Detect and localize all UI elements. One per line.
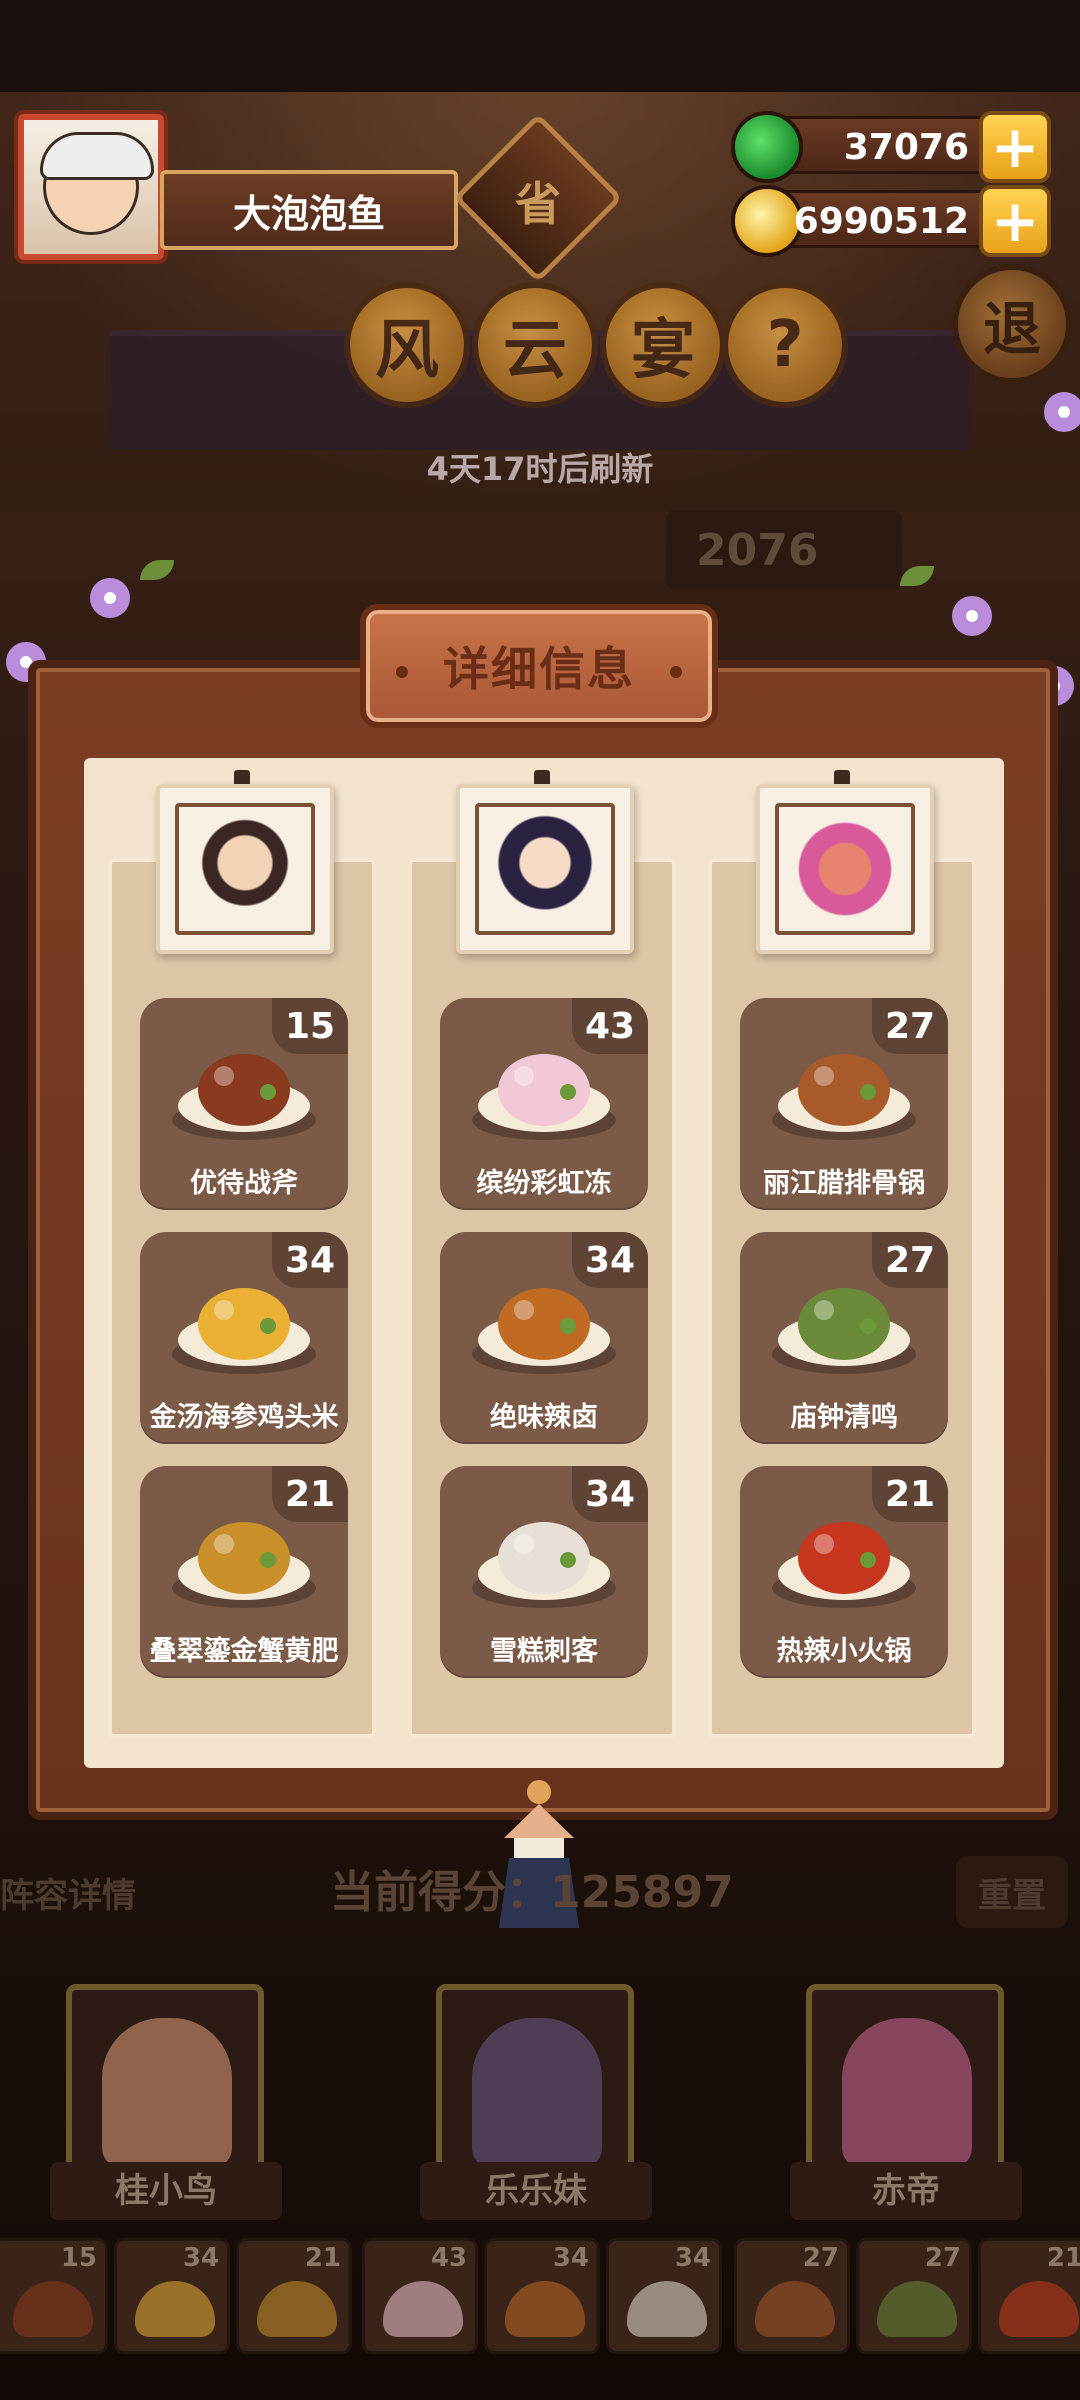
player-avatar[interactable] bbox=[18, 114, 164, 260]
dish-card[interactable]: 27 丽江腊排骨锅 bbox=[740, 998, 948, 1210]
jade-coin-icon bbox=[731, 111, 803, 183]
dialog-title: 详细信息 bbox=[360, 604, 718, 728]
dish-name: 热辣小火锅 bbox=[776, 1636, 912, 1667]
dish-name: 雪糕刺客 bbox=[490, 1636, 598, 1667]
chi-di-avatar-icon bbox=[775, 803, 915, 935]
player-name: 大泡泡鱼 bbox=[160, 170, 458, 250]
hero-card[interactable] bbox=[806, 1984, 1004, 2172]
dish-thumbnail-icon bbox=[383, 2281, 463, 2337]
dish-count: 15 bbox=[272, 998, 348, 1054]
hero-card[interactable] bbox=[436, 1984, 634, 2172]
dish-count: 34 bbox=[572, 1232, 648, 1288]
dish-name: 庙钟清鸣 bbox=[790, 1402, 898, 1433]
dish-card[interactable]: 34 雪糕刺客 bbox=[440, 1466, 648, 1678]
dish-thumbnail-icon bbox=[13, 2281, 93, 2337]
hero-portrait-icon bbox=[472, 2018, 602, 2166]
dish-thumbnail-icon bbox=[627, 2281, 707, 2337]
flower-icon bbox=[90, 578, 130, 618]
gold-currency: 6990512 + bbox=[731, 185, 1051, 257]
dish-thumbnail-icon bbox=[877, 2281, 957, 2337]
add-gold-button[interactable]: + bbox=[979, 185, 1051, 257]
dish-thumbnail-icon bbox=[755, 2281, 835, 2337]
dish-slot[interactable]: 43 bbox=[362, 2238, 478, 2354]
dish-count: 21 bbox=[872, 1466, 948, 1522]
dish-name: 缤纷彩虹冻 bbox=[476, 1168, 612, 1199]
dish-slot[interactable]: 21 bbox=[978, 2238, 1080, 2354]
dish-slot[interactable]: 15 bbox=[0, 2238, 108, 2354]
leaf-icon bbox=[900, 566, 934, 586]
dish-card[interactable]: 43 缤纷彩虹冻 bbox=[440, 998, 648, 1210]
dish-count: 27 bbox=[872, 1232, 948, 1288]
dish-slot[interactable]: 27 bbox=[856, 2238, 972, 2354]
dish-card[interactable]: 21 热辣小火锅 bbox=[740, 1466, 948, 1678]
slot-count: 27 bbox=[924, 2243, 961, 2273]
gui-xiaoniao-avatar-icon bbox=[175, 803, 315, 935]
slot-count: 27 bbox=[802, 2243, 839, 2273]
dish-card[interactable]: 27 庙钟清鸣 bbox=[740, 1232, 948, 1444]
lele-mei-avatar-icon bbox=[475, 803, 615, 935]
dish-slot[interactable]: 34 bbox=[114, 2238, 230, 2354]
avatar-face-icon bbox=[40, 132, 154, 235]
dish-name: 金汤海参鸡头米 bbox=[149, 1402, 339, 1433]
dish-slot[interactable]: 27 bbox=[734, 2238, 850, 2354]
character-portrait bbox=[156, 784, 334, 954]
dish-name: 叠翠鎏金蟹黄肥 bbox=[149, 1636, 339, 1667]
slot-count: 34 bbox=[552, 2243, 589, 2273]
add-jade-button[interactable]: + bbox=[979, 111, 1051, 183]
flower-icon bbox=[952, 596, 992, 636]
help-button[interactable]: ? bbox=[722, 282, 848, 408]
current-score: 当前得分：125897 bbox=[330, 1867, 734, 1918]
slot-count: 43 bbox=[430, 2243, 467, 2273]
dish-count: 34 bbox=[572, 1466, 648, 1522]
hero-name: 桂小鸟 bbox=[50, 2162, 282, 2220]
dish-card[interactable]: 34 绝味辣卤 bbox=[440, 1232, 648, 1444]
background-score: 2076 bbox=[666, 510, 902, 590]
slot-count: 21 bbox=[1046, 2243, 1080, 2273]
slot-count: 21 bbox=[304, 2243, 341, 2273]
dish-thumbnail-icon bbox=[999, 2281, 1079, 2337]
slot-count: 34 bbox=[674, 2243, 711, 2273]
dish-slot[interactable]: 34 bbox=[606, 2238, 722, 2354]
dish-card[interactable]: 21 叠翠鎏金蟹黄肥 bbox=[140, 1466, 348, 1678]
event-title-char: 风 bbox=[344, 282, 470, 408]
event-title-char: 宴 bbox=[600, 282, 726, 408]
leaf-icon bbox=[140, 560, 174, 580]
dish-count: 21 bbox=[272, 1466, 348, 1522]
dish-slot[interactable]: 34 bbox=[484, 2238, 600, 2354]
hero-portrait-icon bbox=[102, 2018, 232, 2166]
event-title-char: 云 bbox=[472, 282, 598, 408]
dish-name: 优待战斧 bbox=[190, 1168, 298, 1199]
dish-card[interactable]: 15 优待战斧 bbox=[140, 998, 348, 1210]
dish-thumbnail-icon bbox=[135, 2281, 215, 2337]
dish-thumbnail-icon bbox=[505, 2281, 585, 2337]
dish-count: 34 bbox=[272, 1232, 348, 1288]
slot-count: 15 bbox=[60, 2243, 97, 2273]
hero-name: 乐乐妹 bbox=[420, 2162, 652, 2220]
dish-name: 绝味辣卤 bbox=[490, 1402, 598, 1433]
character-portrait bbox=[756, 784, 934, 954]
jade-amount: 37076 bbox=[843, 127, 969, 168]
gold-amount: 6990512 bbox=[793, 201, 969, 242]
dish-name: 丽江腊排骨锅 bbox=[763, 1168, 925, 1199]
hero-card[interactable] bbox=[66, 1984, 264, 2172]
dish-slot[interactable]: 21 bbox=[236, 2238, 352, 2354]
gold-coin-icon bbox=[731, 185, 803, 257]
slot-count: 34 bbox=[182, 2243, 219, 2273]
reset-button[interactable]: 重置 bbox=[956, 1856, 1068, 1928]
hero-portrait-icon bbox=[842, 2018, 972, 2166]
character-portrait bbox=[456, 784, 634, 954]
flower-icon bbox=[1044, 392, 1080, 432]
hero-name: 赤帝 bbox=[790, 2162, 1022, 2220]
province-badge-label: 省 bbox=[515, 177, 561, 231]
refresh-timer: 4天17时后刷新 bbox=[426, 450, 654, 488]
lineup-details-tab[interactable]: 阵容详情 bbox=[0, 1868, 136, 1917]
jade-currency: 37076 + bbox=[731, 111, 1051, 183]
exit-button[interactable]: 退 bbox=[952, 264, 1072, 384]
dish-count: 43 bbox=[572, 998, 648, 1054]
dish-count: 27 bbox=[872, 998, 948, 1054]
game-screen: 大泡泡鱼 省 37076 + 6990512 + 风 云 宴 ? 退 4天17时… bbox=[0, 0, 1080, 2400]
dish-card[interactable]: 34 金汤海参鸡头米 bbox=[140, 1232, 348, 1444]
dish-thumbnail-icon bbox=[257, 2281, 337, 2337]
